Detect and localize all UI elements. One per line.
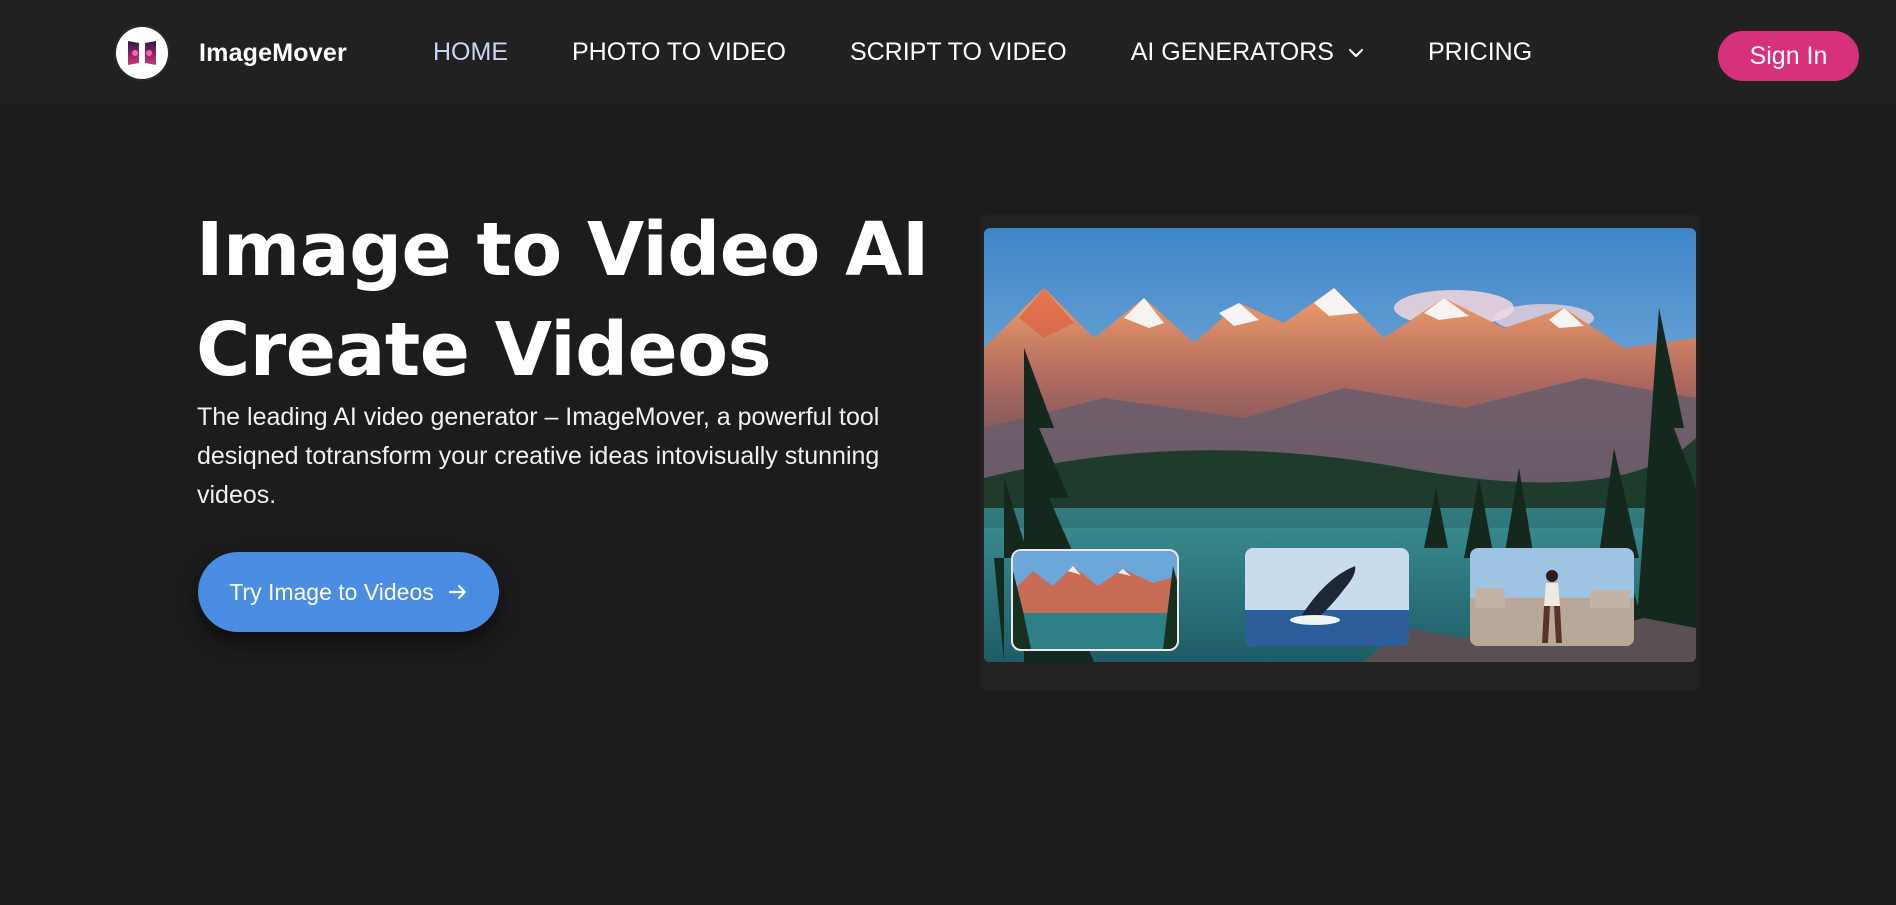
cta-label: Try Image to Videos [229,578,434,605]
hero-title: Image to Video AI Create Videos [196,200,956,400]
thumbnail-breaching-whale[interactable] [1245,548,1409,646]
top-navigation-bar: ImageMover HOME PHOTO TO VIDEO SCRIPT TO… [0,0,1896,104]
brand-name: ImageMover [199,38,347,67]
nav-home[interactable]: HOME [433,38,508,67]
hero-description: The leading AI video generator – ImageMo… [197,403,880,509]
brand-logo-link[interactable]: ImageMover [116,27,347,79]
hero-title-line1: Image to Video AI [196,207,929,293]
main-nav: HOME PHOTO TO VIDEO SCRIPT TO VIDEO AI G… [433,38,1596,67]
logo-icon [116,27,168,79]
nav-pricing[interactable]: PRICING [1428,38,1532,67]
thumbnail-person-on-rooftop[interactable] [1470,548,1634,646]
chevron-down-icon [1348,48,1364,58]
sign-in-button[interactable]: Sign In [1718,31,1859,81]
nav-script-to-video[interactable]: SCRIPT TO VIDEO [850,38,1067,67]
nav-ai-generators[interactable]: AI GENERATORS [1131,38,1364,67]
thumbnail-mountain-lake[interactable] [1011,549,1179,651]
nav-ai-generators-label: AI GENERATORS [1130,38,1334,66]
hero-title-line2: Create Videos [196,307,772,393]
try-image-to-videos-button[interactable]: Try Image to Videos [198,552,499,632]
arrow-right-icon [448,583,468,601]
nav-photo-to-video[interactable]: PHOTO TO VIDEO [572,38,786,67]
